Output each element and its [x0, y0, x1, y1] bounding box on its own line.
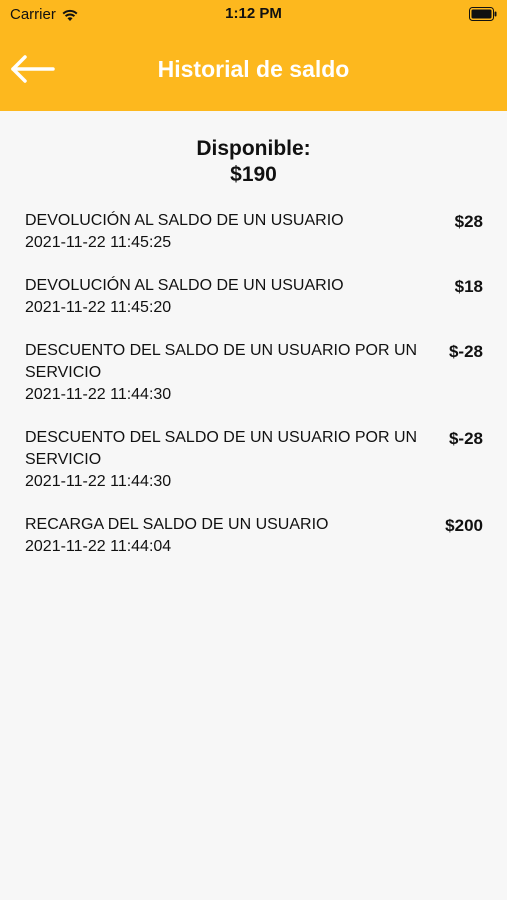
transaction-date: 2021-11-22 11:44:04 [25, 538, 172, 555]
app-header: Carrier 1:12 PM Historial de saldo [0, 0, 507, 111]
transaction-amount: $28 [454, 212, 483, 231]
transaction-row: DEVOLUCIÓN AL SALDO DE UN USUARIO 2021-1… [25, 275, 483, 318]
transaction-date: 2021-11-22 11:44:30 [25, 386, 172, 403]
balance-label: Disponible: [196, 137, 311, 160]
transaction-description: DESCUENTO DEL SALDO DE UN USUARIO POR UN… [25, 429, 418, 468]
transaction-description: DEVOLUCIÓN AL SALDO DE UN USUARIO [25, 212, 344, 229]
balance-summary: Disponible: $190 [0, 136, 507, 188]
transaction-list: DEVOLUCIÓN AL SALDO DE UN USUARIO 2021-1… [25, 210, 483, 579]
transaction-description: RECARGA DEL SALDO DE UN USUARIO [25, 516, 329, 533]
battery-icon [469, 7, 497, 26]
transaction-row: DESCUENTO DEL SALDO DE UN USUARIO POR UN… [25, 427, 483, 492]
transaction-row: DEVOLUCIÓN AL SALDO DE UN USUARIO 2021-1… [25, 210, 483, 253]
transaction-row: DESCUENTO DEL SALDO DE UN USUARIO POR UN… [25, 340, 483, 405]
balance-amount: $190 [230, 163, 277, 186]
transaction-description: DESCUENTO DEL SALDO DE UN USUARIO POR UN… [25, 342, 418, 381]
transaction-date: 2021-11-22 11:45:20 [25, 299, 172, 316]
transaction-amount: $-28 [448, 429, 483, 448]
transaction-amount: $18 [454, 277, 483, 296]
transaction-date: 2021-11-22 11:44:30 [25, 473, 172, 490]
transaction-date: 2021-11-22 11:45:25 [25, 234, 172, 251]
status-time: 1:12 PM [225, 5, 282, 22]
status-bar: Carrier 1:12 PM [0, 0, 507, 30]
transaction-row: RECARGA DEL SALDO DE UN USUARIO 2021-11-… [25, 514, 483, 557]
transaction-amount: $-28 [448, 342, 483, 361]
nav-bar: Historial de saldo [0, 44, 507, 96]
transaction-description: DEVOLUCIÓN AL SALDO DE UN USUARIO [25, 277, 344, 294]
transaction-amount: $200 [445, 516, 483, 535]
page-title: Historial de saldo [157, 56, 350, 82]
